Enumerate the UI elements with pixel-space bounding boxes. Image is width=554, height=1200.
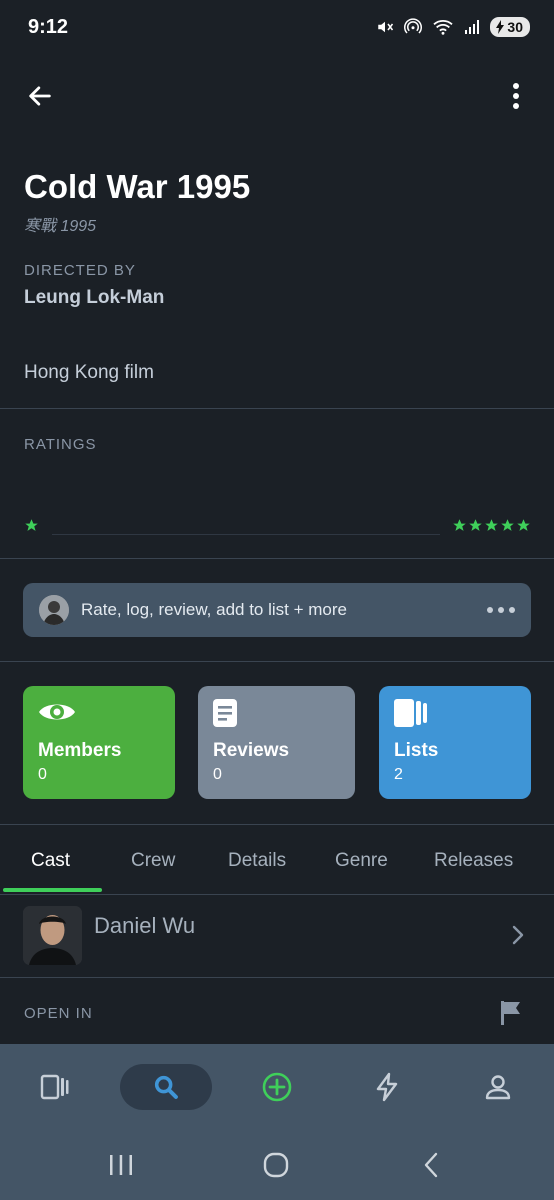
search-icon: [154, 1075, 178, 1099]
flag-icon[interactable]: [500, 1000, 522, 1031]
detail-tabs: Cast Crew Details Genre Releases: [0, 836, 554, 894]
more-horizontal-icon[interactable]: [487, 607, 515, 613]
film-original-title: 寒戰 1995: [24, 218, 97, 235]
tab-releases[interactable]: Releases: [434, 836, 513, 886]
home-icon: [263, 1152, 289, 1178]
tab-crew[interactable]: Crew: [131, 836, 175, 886]
wifi-icon: [433, 20, 454, 35]
star-icon: [517, 519, 530, 531]
rating-max-stars: [452, 518, 531, 533]
chevron-right-icon: [512, 925, 524, 950]
cast-photo: [23, 906, 82, 965]
nav-films[interactable]: [25, 1064, 85, 1110]
star-icon: [453, 519, 466, 531]
more-options-button[interactable]: [498, 78, 534, 114]
battery-level: 30: [507, 19, 523, 35]
activity-icon: [376, 1072, 398, 1102]
tab-genre[interactable]: Genre: [335, 836, 388, 886]
divider: [0, 824, 554, 825]
nav-profile[interactable]: [468, 1064, 528, 1110]
divider: [0, 558, 554, 559]
bottom-navigation: [0, 1044, 554, 1130]
hotspot-icon: [404, 18, 423, 34]
star-icon: [485, 519, 498, 531]
recents-icon: [110, 1155, 132, 1175]
nav-search[interactable]: [136, 1064, 196, 1110]
system-back-button[interactable]: [411, 1150, 451, 1180]
signal-icon: [465, 20, 480, 34]
stat-cards: Members 0 Reviews 0 Lists 2: [23, 686, 531, 800]
nav-add[interactable]: [247, 1064, 307, 1110]
profile-icon: [485, 1075, 511, 1100]
members-card[interactable]: Members 0: [23, 686, 175, 799]
reviews-count: 0: [213, 766, 222, 783]
battery-charging-icon: [496, 20, 505, 34]
document-icon: [212, 698, 238, 733]
film-title: Cold War 1995: [24, 168, 251, 205]
more-vertical-icon: [513, 83, 519, 109]
home-button[interactable]: [256, 1150, 296, 1180]
back-button[interactable]: [22, 78, 58, 114]
lists-icon: [393, 698, 429, 733]
films-icon: [40, 1074, 69, 1100]
system-navigation-bar: [0, 1130, 554, 1200]
divider: [0, 661, 554, 662]
rating-min-star-icon: [24, 518, 39, 538]
add-icon: [262, 1072, 292, 1102]
battery-indicator: 30: [490, 17, 530, 37]
mute-icon: [378, 21, 394, 33]
divider: [0, 408, 554, 409]
lists-count: 2: [394, 766, 403, 783]
active-tab-indicator: [3, 888, 102, 892]
country-link[interactable]: Hong Kong film: [24, 362, 154, 384]
director-link[interactable]: Leung Lok-Man: [24, 287, 164, 309]
cast-name: Daniel Wu: [94, 913, 196, 938]
lists-title: Lists: [394, 740, 439, 761]
star-icon: [469, 519, 482, 531]
divider: [0, 977, 554, 978]
nav-activity[interactable]: [357, 1064, 417, 1110]
eye-icon: [37, 698, 77, 731]
directed-by-label: DIRECTED BY: [24, 262, 136, 279]
reviews-card[interactable]: Reviews 0: [198, 686, 355, 799]
ratings-histogram: [52, 534, 440, 535]
user-avatar: [39, 595, 69, 625]
members-count: 0: [38, 766, 47, 783]
tab-details[interactable]: Details: [228, 836, 286, 886]
recents-button[interactable]: [101, 1150, 141, 1180]
ratings-label: RATINGS: [24, 436, 97, 453]
lists-card[interactable]: Lists 2: [379, 686, 531, 799]
tab-cast[interactable]: Cast: [31, 836, 70, 886]
reviews-title: Reviews: [213, 740, 290, 761]
back-chevron-icon: [424, 1152, 438, 1178]
status-bar: 9:12 30: [0, 0, 554, 54]
status-time: 9:12: [28, 15, 69, 38]
star-icon: [501, 519, 514, 531]
open-in-label: OPEN IN: [24, 1005, 93, 1022]
rate-log-action-bar[interactable]: Rate, log, review, add to list + more: [23, 583, 531, 637]
status-icons: 30: [376, 17, 530, 37]
action-bar-text: Rate, log, review, add to list + more: [81, 600, 347, 619]
members-title: Members: [38, 740, 122, 761]
app-bar: [0, 70, 554, 122]
arrow-left-icon: [29, 86, 51, 106]
cast-list-item[interactable]: Daniel Wu: [0, 895, 554, 977]
